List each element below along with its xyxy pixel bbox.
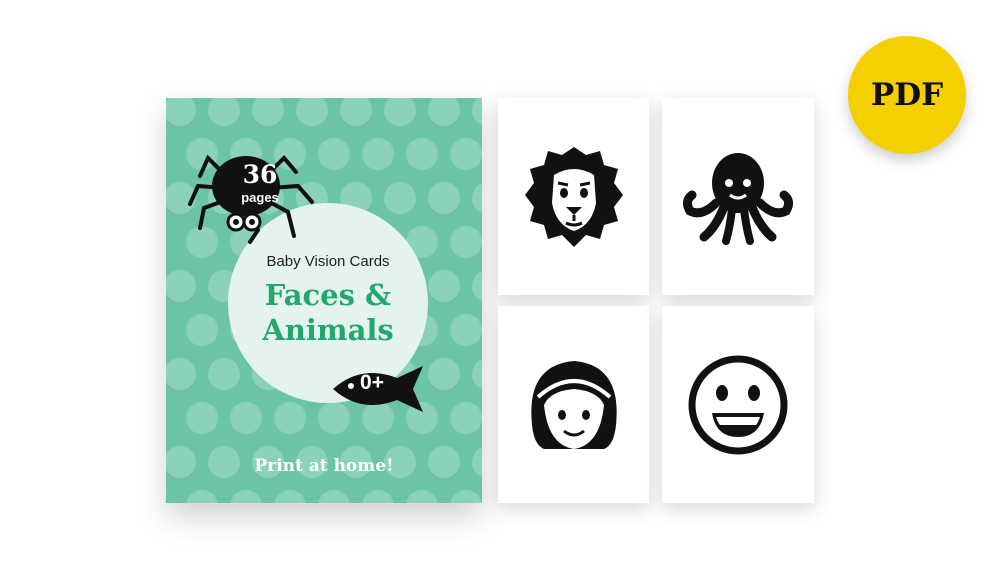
card-lion — [498, 98, 649, 295]
pattern-dot — [208, 358, 240, 390]
page-count: 36 — [242, 160, 278, 189]
girl-face-icon — [530, 360, 617, 449]
pattern-dot — [274, 402, 306, 434]
pattern-dot — [428, 182, 460, 214]
pattern-dot — [450, 314, 482, 346]
card-octopus — [662, 98, 814, 295]
cover-title: Faces & Animals — [220, 278, 436, 348]
pattern-dot — [340, 98, 372, 126]
octopus-icon — [682, 152, 794, 245]
pattern-dot — [472, 359, 482, 389]
smiley-face-icon — [688, 355, 788, 454]
pattern-dot — [406, 138, 438, 170]
pattern-dot — [318, 490, 350, 503]
pattern-dot — [450, 138, 482, 170]
pattern-dot — [450, 490, 482, 503]
cover-title-line2: Animals — [262, 313, 394, 347]
pattern-dot — [406, 490, 438, 503]
pattern-dot — [166, 270, 196, 302]
print-note: Print at home! — [254, 456, 394, 476]
pattern-dot — [472, 183, 482, 213]
lion-face-icon — [524, 146, 623, 247]
pattern-dot — [384, 98, 416, 126]
cover-title-line1: Faces & — [264, 278, 392, 312]
pattern-dot — [208, 98, 240, 126]
pattern-dot — [428, 98, 460, 126]
pattern-dot — [166, 358, 196, 390]
pattern-dot — [186, 314, 218, 346]
card-girl — [498, 306, 649, 503]
cover-subtitle: Baby Vision Cards — [266, 253, 390, 270]
card-smiley — [662, 306, 814, 503]
pattern-dot — [230, 490, 262, 503]
page-count-label: pages — [241, 190, 279, 205]
age-label: 0+ — [360, 371, 384, 394]
pattern-dot — [252, 98, 284, 126]
pattern-dot — [472, 98, 482, 125]
pattern-dot — [472, 271, 482, 301]
pattern-dot — [428, 358, 460, 390]
pattern-dot — [362, 138, 394, 170]
pattern-dot — [450, 402, 482, 434]
pattern-dot — [274, 490, 306, 503]
pattern-dot — [186, 402, 218, 434]
pdf-badge: PDF — [848, 36, 966, 154]
pattern-dot — [296, 98, 328, 126]
pattern-dot — [186, 490, 218, 503]
pattern-dot — [166, 98, 196, 126]
pattern-dot — [230, 402, 262, 434]
pattern-dot — [450, 226, 482, 258]
pattern-dot — [362, 490, 394, 503]
pattern-dot — [384, 182, 416, 214]
